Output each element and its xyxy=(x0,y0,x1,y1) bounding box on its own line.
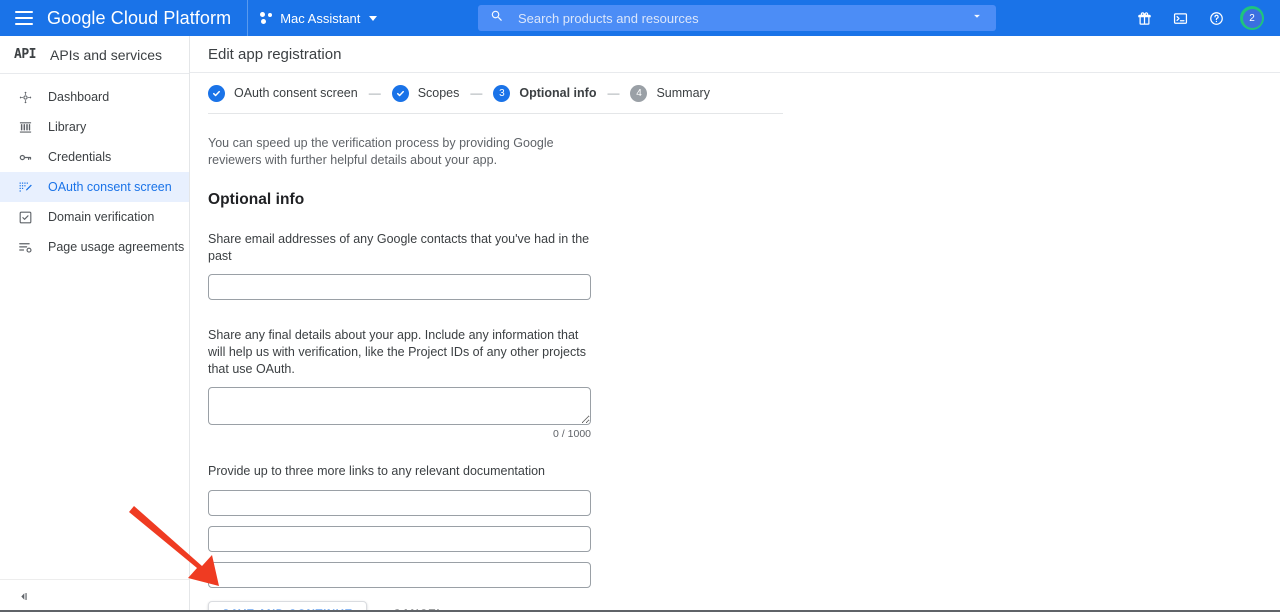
main-content: Edit app registration OAuth consent scre… xyxy=(190,36,1280,612)
search-icon xyxy=(490,9,504,28)
stepper-step-scopes[interactable]: Scopes xyxy=(391,84,460,102)
stepper-step-optional-info[interactable]: 3 Optional info xyxy=(493,84,597,102)
link-input-1[interactable] xyxy=(208,490,591,516)
step-label: Scopes xyxy=(417,86,460,100)
project-name-label: Mac Assistant xyxy=(280,10,361,26)
details-field-label: Share any final details about your app. … xyxy=(208,328,586,376)
avatar-status-ring: 2 xyxy=(1240,6,1264,30)
avatar-initial: 2 xyxy=(1242,8,1262,28)
key-icon xyxy=(16,148,34,166)
sidebar-item-domain-verification[interactable]: Domain verification xyxy=(0,202,189,232)
link-input-3[interactable] xyxy=(208,562,591,588)
step-label: OAuth consent screen xyxy=(234,86,358,100)
stepper-separator: — xyxy=(607,86,620,100)
sidebar-title: APIs and services xyxy=(49,46,163,63)
details-textarea[interactable] xyxy=(208,387,591,425)
contacts-input[interactable] xyxy=(208,274,591,300)
sidebar-item-label: Credentials xyxy=(48,150,112,164)
search-input[interactable] xyxy=(518,10,970,26)
avatar[interactable]: 2 xyxy=(1237,3,1267,33)
chevron-down-icon xyxy=(369,15,378,21)
step-badge-done-icon xyxy=(391,84,409,102)
dashboard-icon xyxy=(16,88,34,106)
topbar-divider xyxy=(247,0,249,36)
domain-verification-icon xyxy=(16,208,34,226)
project-selector[interactable]: Mac Assistant xyxy=(260,10,378,26)
api-logo: API xyxy=(14,47,36,62)
sidebar-nav-list: Dashboard Library Credentials OAuth cons… xyxy=(0,74,189,262)
step-badge-number: 3 xyxy=(493,84,511,102)
help-icon[interactable] xyxy=(1201,3,1231,33)
links-field-label: Provide up to three more links to any re… xyxy=(208,464,545,478)
sidebar-item-dashboard[interactable]: Dashboard xyxy=(0,82,189,112)
step-badge-done-icon xyxy=(208,84,225,102)
contacts-field-label: Share email addresses of any Google cont… xyxy=(208,232,590,263)
hamburger-menu-icon[interactable] xyxy=(15,11,33,25)
page-title: Edit app registration xyxy=(190,36,1280,73)
sidebar-item-label: Page usage agreements xyxy=(48,240,185,254)
sidebar: API APIs and services Dashboard Library … xyxy=(0,36,190,612)
intro-text: You can speed up the verification proces… xyxy=(208,136,554,167)
sidebar-item-library[interactable]: Library xyxy=(0,112,189,142)
project-dots-icon xyxy=(260,12,273,24)
brand-title: Google Cloud Platform xyxy=(47,7,232,28)
stepper-step-summary[interactable]: 4 Summary xyxy=(630,84,710,102)
consent-screen-icon xyxy=(16,178,34,196)
top-app-bar: Google Cloud Platform Mac Assistant Sear… xyxy=(0,0,1280,36)
sidebar-item-label: Domain verification xyxy=(48,210,155,224)
sidebar-item-page-usage-agreements[interactable]: Page usage agreements xyxy=(0,232,189,262)
sidebar-item-credentials[interactable]: Credentials xyxy=(0,142,189,172)
search-bar[interactable] xyxy=(478,5,996,31)
character-counter: 0 / 1000 xyxy=(553,428,591,440)
sidebar-item-label: Dashboard xyxy=(48,90,110,104)
topbar-icon-group: 2 xyxy=(1129,0,1274,36)
cloud-shell-icon[interactable] xyxy=(1165,3,1195,33)
stepper-step-oauth-consent-screen[interactable]: OAuth consent screen xyxy=(208,84,358,102)
sidebar-header: API APIs and services xyxy=(0,36,189,74)
sidebar-item-oauth-consent-screen[interactable]: OAuth consent screen xyxy=(0,172,189,202)
collapse-sidebar-icon[interactable] xyxy=(0,579,189,612)
stepper-separator: — xyxy=(470,86,483,100)
optional-info-form: You can speed up the verification proces… xyxy=(190,114,1280,612)
section-title: Optional info xyxy=(208,191,305,208)
sidebar-item-label: Library xyxy=(48,120,87,134)
search-chevron-down-icon[interactable] xyxy=(970,9,984,28)
page-usage-icon xyxy=(16,238,34,256)
gcp-console-window: Google Cloud Platform Mac Assistant Sear… xyxy=(0,0,1280,612)
library-icon xyxy=(16,118,34,136)
stepper-separator: — xyxy=(368,86,381,100)
step-label: Summary xyxy=(656,86,710,100)
step-label: Optional info xyxy=(519,86,597,100)
step-badge-number: 4 xyxy=(630,84,648,102)
sidebar-item-label: OAuth consent screen xyxy=(48,180,172,194)
stepper: OAuth consent screen — Scopes — 3 Option… xyxy=(190,73,1280,113)
link-input-2[interactable] xyxy=(208,526,591,552)
gift-icon[interactable] xyxy=(1129,3,1159,33)
